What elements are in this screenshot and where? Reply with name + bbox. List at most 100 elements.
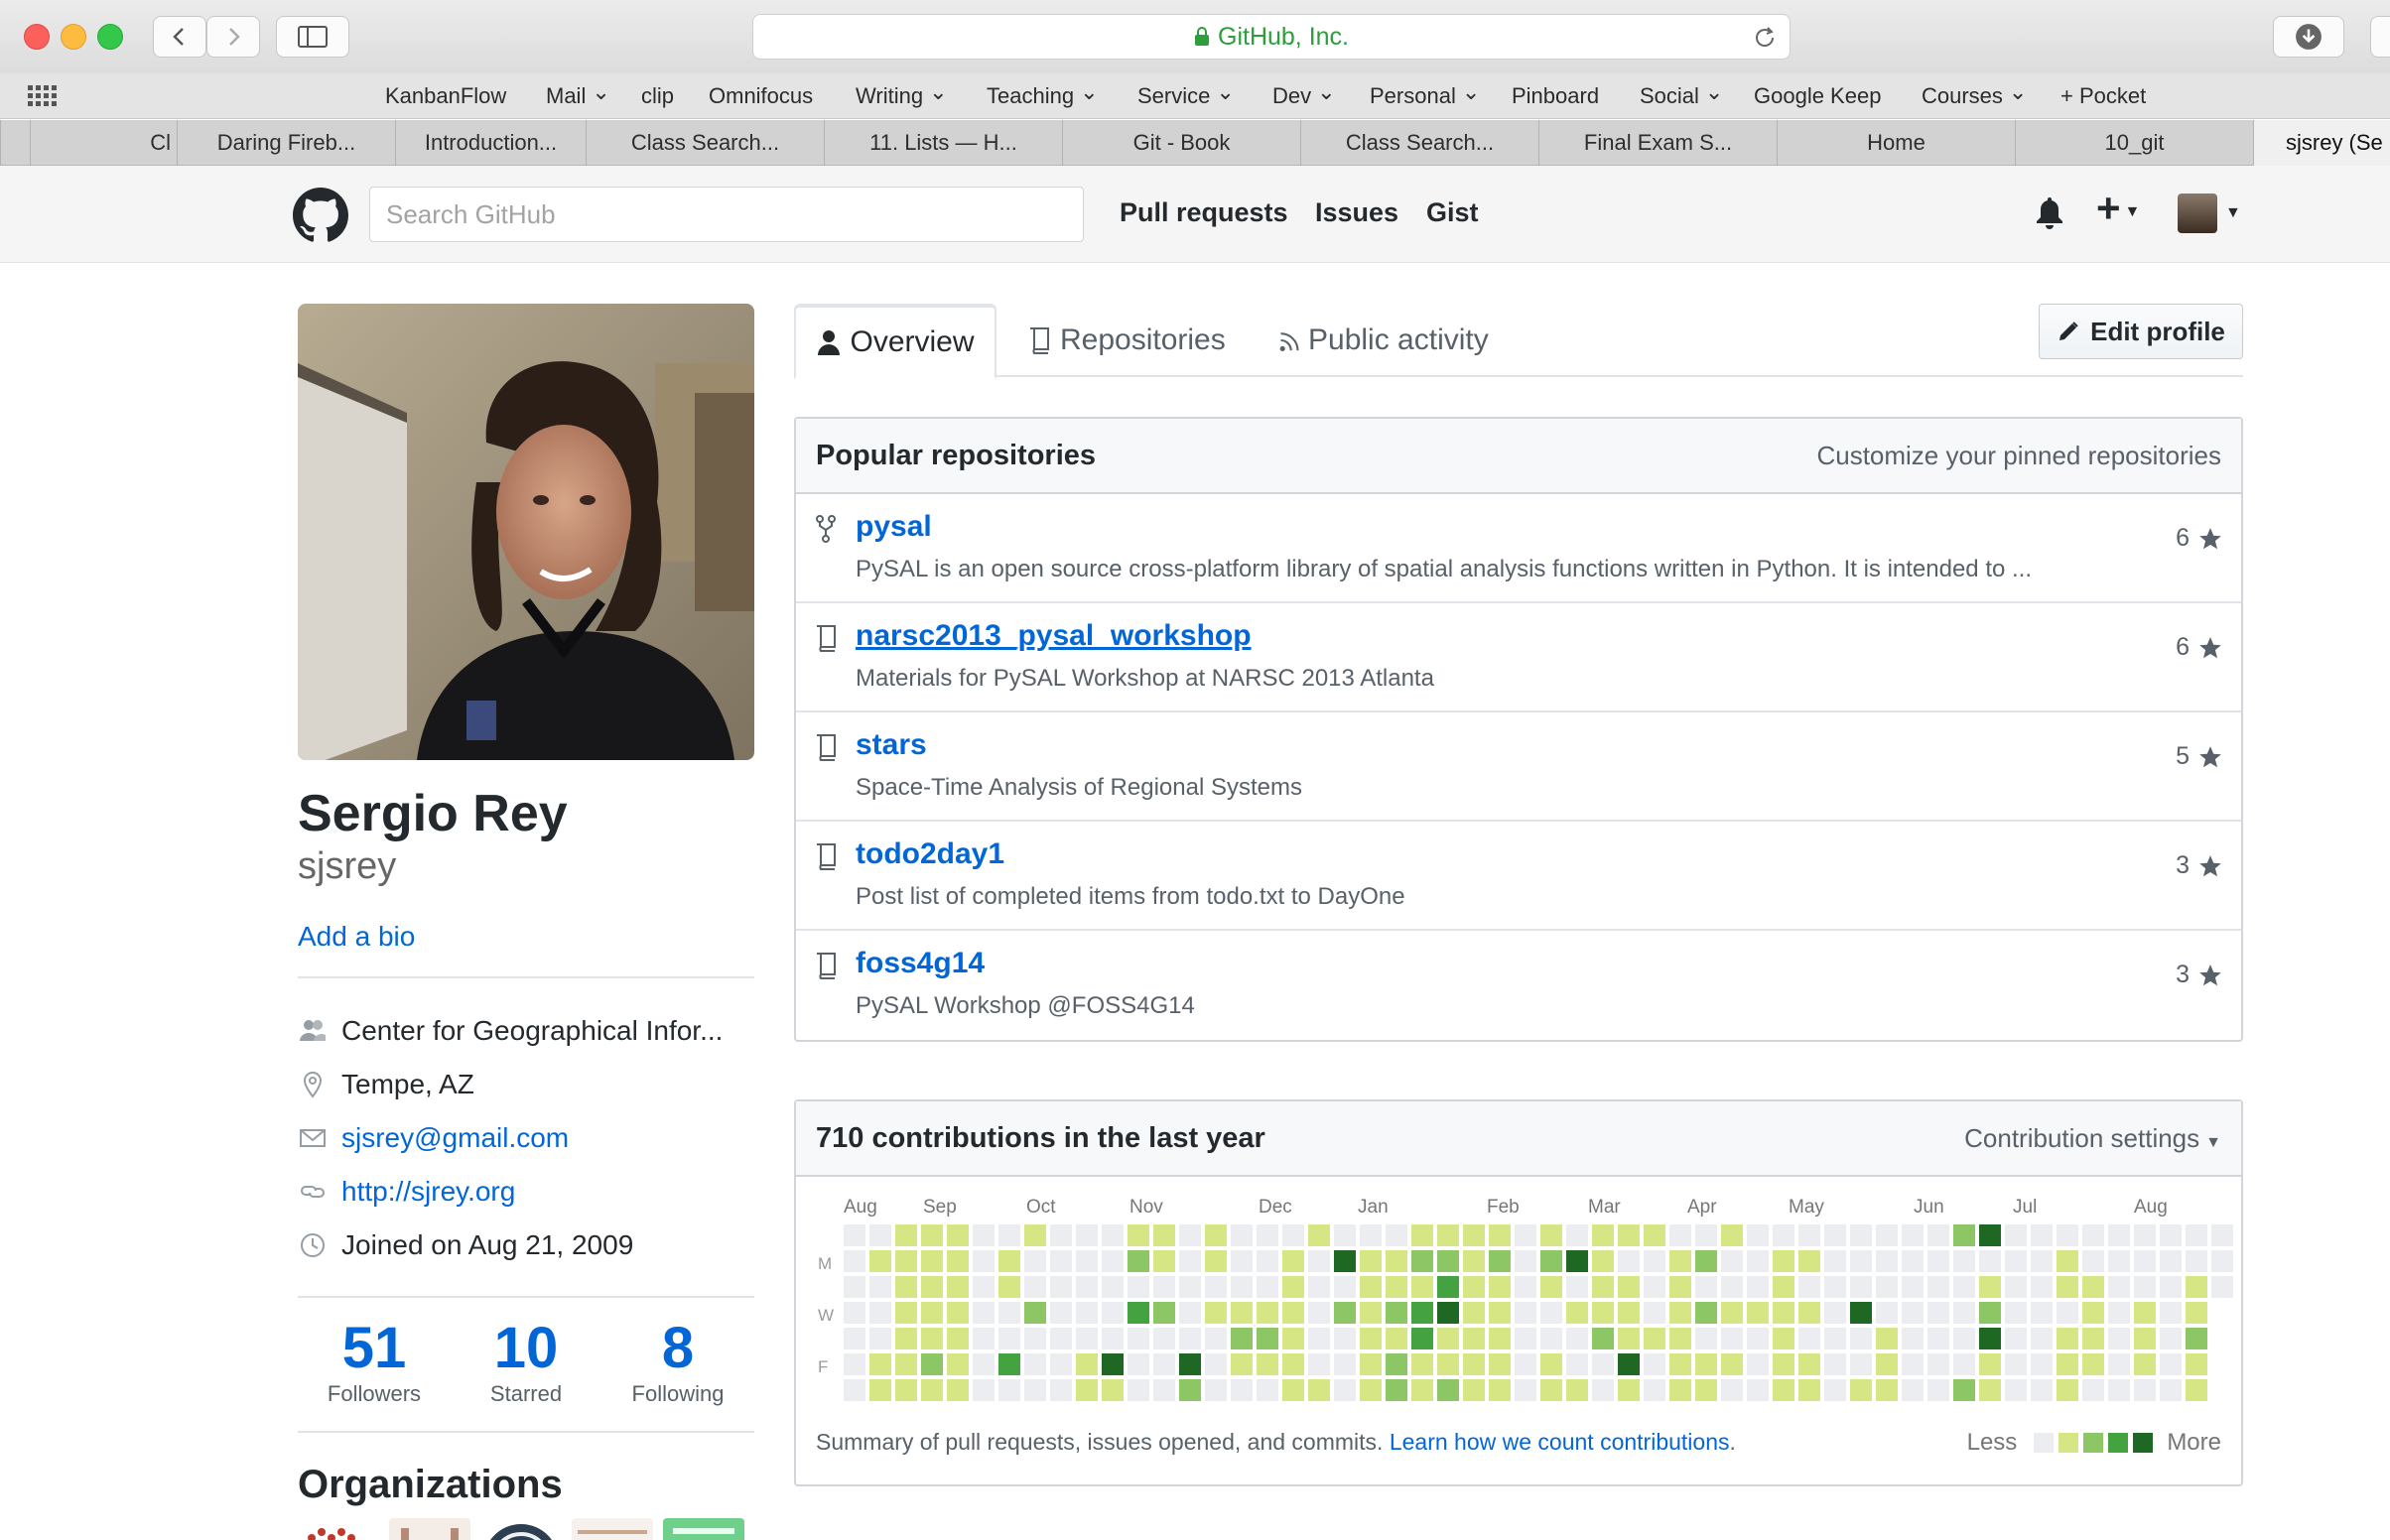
contribution-day[interactable]	[1798, 1250, 1820, 1272]
contribution-day[interactable]	[1489, 1328, 1511, 1349]
contribution-day[interactable]	[1876, 1250, 1898, 1272]
contribution-day[interactable]	[1515, 1379, 1536, 1401]
contribution-day[interactable]	[1179, 1276, 1201, 1298]
contribution-day[interactable]	[1102, 1302, 1124, 1324]
contribution-day[interactable]	[1927, 1250, 1949, 1272]
contribution-day[interactable]	[1747, 1276, 1769, 1298]
contribution-day[interactable]	[2082, 1353, 2104, 1375]
contribution-day[interactable]	[1721, 1250, 1743, 1272]
learn-contributions-link[interactable]: Learn how we count contributions	[1390, 1429, 1730, 1455]
contribution-day[interactable]	[1902, 1328, 1924, 1349]
contribution-day[interactable]	[1695, 1328, 1717, 1349]
contribution-day[interactable]	[1179, 1379, 1201, 1401]
contribution-day[interactable]	[2082, 1328, 2104, 1349]
contribution-day[interactable]	[1695, 1353, 1717, 1375]
repo-name-link[interactable]: narsc2013_pysal_workshop	[856, 619, 1252, 653]
contribution-day[interactable]	[1824, 1353, 1846, 1375]
contribution-day[interactable]	[1128, 1250, 1149, 1272]
contribution-day[interactable]	[1721, 1224, 1743, 1246]
contribution-day[interactable]	[1669, 1379, 1691, 1401]
contribution-day[interactable]	[1102, 1250, 1124, 1272]
contribution-day[interactable]	[2031, 1224, 2053, 1246]
contribution-day[interactable]	[1437, 1224, 1459, 1246]
contribution-day[interactable]	[1128, 1276, 1149, 1298]
contribution-day[interactable]	[1540, 1328, 1562, 1349]
contribution-day[interactable]	[1257, 1302, 1278, 1324]
contribution-day[interactable]	[1747, 1224, 1769, 1246]
bookmark-social[interactable]: Social ⌄	[1640, 79, 1723, 109]
contribution-day[interactable]	[869, 1224, 891, 1246]
bookmark-mail[interactable]: Mail ⌄	[546, 79, 610, 109]
contribution-day[interactable]	[869, 1328, 891, 1349]
contribution-day[interactable]	[1798, 1379, 1820, 1401]
contribution-day[interactable]	[1747, 1250, 1769, 1272]
contribution-day[interactable]	[1386, 1328, 1407, 1349]
contribution-day[interactable]	[1979, 1379, 2001, 1401]
contribution-day[interactable]	[1798, 1276, 1820, 1298]
contribution-day[interactable]	[1669, 1276, 1691, 1298]
contribution-day[interactable]	[1153, 1250, 1175, 1272]
contribution-day[interactable]	[1308, 1250, 1330, 1272]
contribution-day[interactable]	[1024, 1379, 1046, 1401]
contribution-day[interactable]	[2005, 1302, 2027, 1324]
contribution-day[interactable]	[2031, 1328, 2053, 1349]
contribution-day[interactable]	[1695, 1379, 1717, 1401]
contribution-day[interactable]	[1386, 1379, 1407, 1401]
contribution-day[interactable]	[1489, 1276, 1511, 1298]
contribution-day[interactable]	[1695, 1276, 1717, 1298]
contribution-day[interactable]	[1076, 1353, 1098, 1375]
contribution-day[interactable]	[1515, 1224, 1536, 1246]
contribution-day[interactable]	[921, 1224, 943, 1246]
contribution-day[interactable]	[973, 1302, 995, 1324]
contribution-day[interactable]	[1050, 1250, 1072, 1272]
contribution-day[interactable]	[2134, 1353, 2156, 1375]
contribution-day[interactable]	[1153, 1302, 1175, 1324]
contribution-day[interactable]	[1102, 1224, 1124, 1246]
contribution-day[interactable]	[1540, 1224, 1562, 1246]
contribution-day[interactable]	[1721, 1379, 1743, 1401]
nav-gist[interactable]: Gist	[1426, 197, 1479, 228]
contribution-day[interactable]	[921, 1353, 943, 1375]
contribution-day[interactable]	[869, 1302, 891, 1324]
contribution-day[interactable]	[1205, 1276, 1227, 1298]
contribution-day[interactable]	[1360, 1250, 1382, 1272]
starred-stat[interactable]: 10 Starred	[450, 1316, 602, 1407]
contribution-day[interactable]	[2108, 1250, 2130, 1272]
contribution-day[interactable]	[869, 1250, 891, 1272]
browser-tab[interactable]: Cl	[30, 120, 177, 166]
contribution-day[interactable]	[1618, 1328, 1640, 1349]
contribution-day[interactable]	[1979, 1328, 2001, 1349]
bookmark-clip[interactable]: clip	[641, 83, 674, 109]
contribution-day[interactable]	[1102, 1276, 1124, 1298]
contribution-day[interactable]	[1437, 1328, 1459, 1349]
contribution-day[interactable]	[1876, 1379, 1898, 1401]
email-link[interactable]: sjsrey@gmail.com	[341, 1122, 569, 1154]
contribution-day[interactable]	[2057, 1379, 2078, 1401]
contribution-day[interactable]	[1050, 1224, 1072, 1246]
contribution-day[interactable]	[1205, 1328, 1227, 1349]
contribution-day[interactable]	[2134, 1250, 2156, 1272]
contribution-day[interactable]	[1463, 1328, 1485, 1349]
contribution-day[interactable]	[1076, 1250, 1098, 1272]
contribution-day[interactable]	[844, 1353, 865, 1375]
contribution-day[interactable]	[895, 1276, 917, 1298]
contribution-day[interactable]	[1669, 1353, 1691, 1375]
tab-overview[interactable]: Overview	[794, 304, 996, 379]
contribution-day[interactable]	[1489, 1379, 1511, 1401]
downloads-button[interactable]	[2273, 16, 2344, 58]
contribution-day[interactable]	[2134, 1379, 2156, 1401]
contribution-day[interactable]	[1489, 1353, 1511, 1375]
contribution-day[interactable]	[1515, 1302, 1536, 1324]
contribution-day[interactable]	[1876, 1302, 1898, 1324]
organization-avatar[interactable]	[480, 1518, 562, 1540]
contribution-day[interactable]	[1024, 1250, 1046, 1272]
contribution-day[interactable]	[921, 1302, 943, 1324]
contribution-day[interactable]	[1566, 1302, 1588, 1324]
contribution-day[interactable]	[1076, 1379, 1098, 1401]
contribution-day[interactable]	[895, 1328, 917, 1349]
contribution-day[interactable]	[1489, 1250, 1511, 1272]
contribution-day[interactable]	[1902, 1379, 1924, 1401]
contribution-day[interactable]	[1463, 1353, 1485, 1375]
search-input[interactable]	[369, 187, 1084, 242]
bookmark-pocket[interactable]: + Pocket	[2060, 83, 2146, 109]
